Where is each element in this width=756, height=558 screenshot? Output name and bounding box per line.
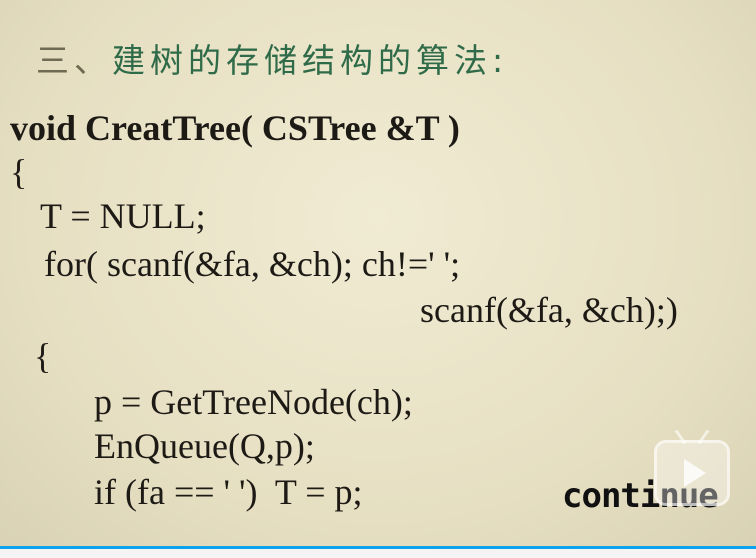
slide-title: 三、建树的存储结构的算法: xyxy=(36,34,508,82)
code-line-1: void CreatTree( CSTree &T ) xyxy=(10,108,460,148)
play-icon xyxy=(684,459,706,487)
antenna-icon xyxy=(671,429,713,443)
code-line-8: EnQueue(Q,p); xyxy=(94,426,315,466)
play-button[interactable] xyxy=(654,440,730,506)
progress-fill xyxy=(0,546,756,549)
code-line-5: scanf(&fa, &ch);) xyxy=(420,290,678,330)
code-line-2: { xyxy=(10,152,28,192)
title-number: 三、 xyxy=(36,41,112,80)
code-line-6: { xyxy=(34,336,52,376)
code-line-3: T = NULL; xyxy=(40,196,206,236)
code-line-9: if (fa == ' ') T = p; xyxy=(94,472,363,512)
code-line-7: p = GetTreeNode(ch); xyxy=(94,382,413,422)
code-line-4: for( scanf(&fa, &ch); ch!=' '; xyxy=(44,244,461,284)
title-text: 建树的存储结构的算法: xyxy=(112,41,509,80)
progress-bar[interactable] xyxy=(0,546,756,558)
slide-frame: 三、建树的存储结构的算法: void CreatTree( CSTree &T … xyxy=(0,0,756,546)
